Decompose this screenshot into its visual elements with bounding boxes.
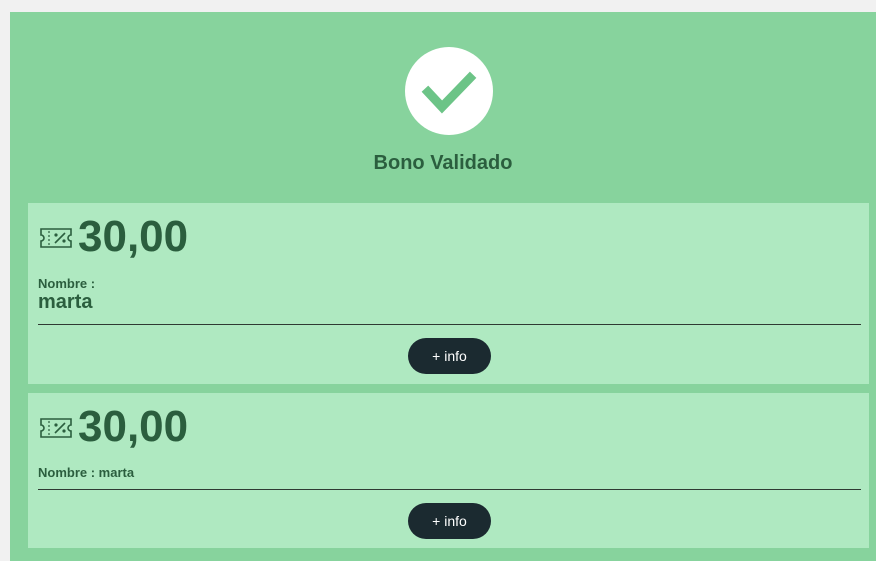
amount-row: 30,00 (38, 402, 189, 451)
name-line: Nombre : marta (38, 465, 135, 480)
voucher-amount: 30,00 (78, 212, 189, 261)
divider (38, 489, 861, 490)
voucher-amount: 30,00 (78, 402, 189, 451)
voucher-card: 30,00 Nombre : marta + info (28, 393, 869, 548)
divider (38, 324, 861, 325)
validation-panel: Bono Validado 30,00 Nombre : marta + inf… (10, 12, 876, 561)
page-title: Bono Validado (373, 152, 513, 174)
amount-row: 30,00 (38, 212, 189, 261)
ticket-percent-icon (40, 228, 72, 248)
ticket-percent-icon (40, 418, 72, 438)
check-icon (405, 47, 493, 135)
header: Bono Validado (10, 12, 876, 202)
voucher-card: 30,00 Nombre : marta + info (28, 203, 869, 384)
name-label: Nombre : (38, 276, 96, 291)
info-button[interactable]: + info (408, 503, 491, 539)
info-button[interactable]: + info (408, 338, 491, 374)
name-value: marta (38, 291, 93, 313)
